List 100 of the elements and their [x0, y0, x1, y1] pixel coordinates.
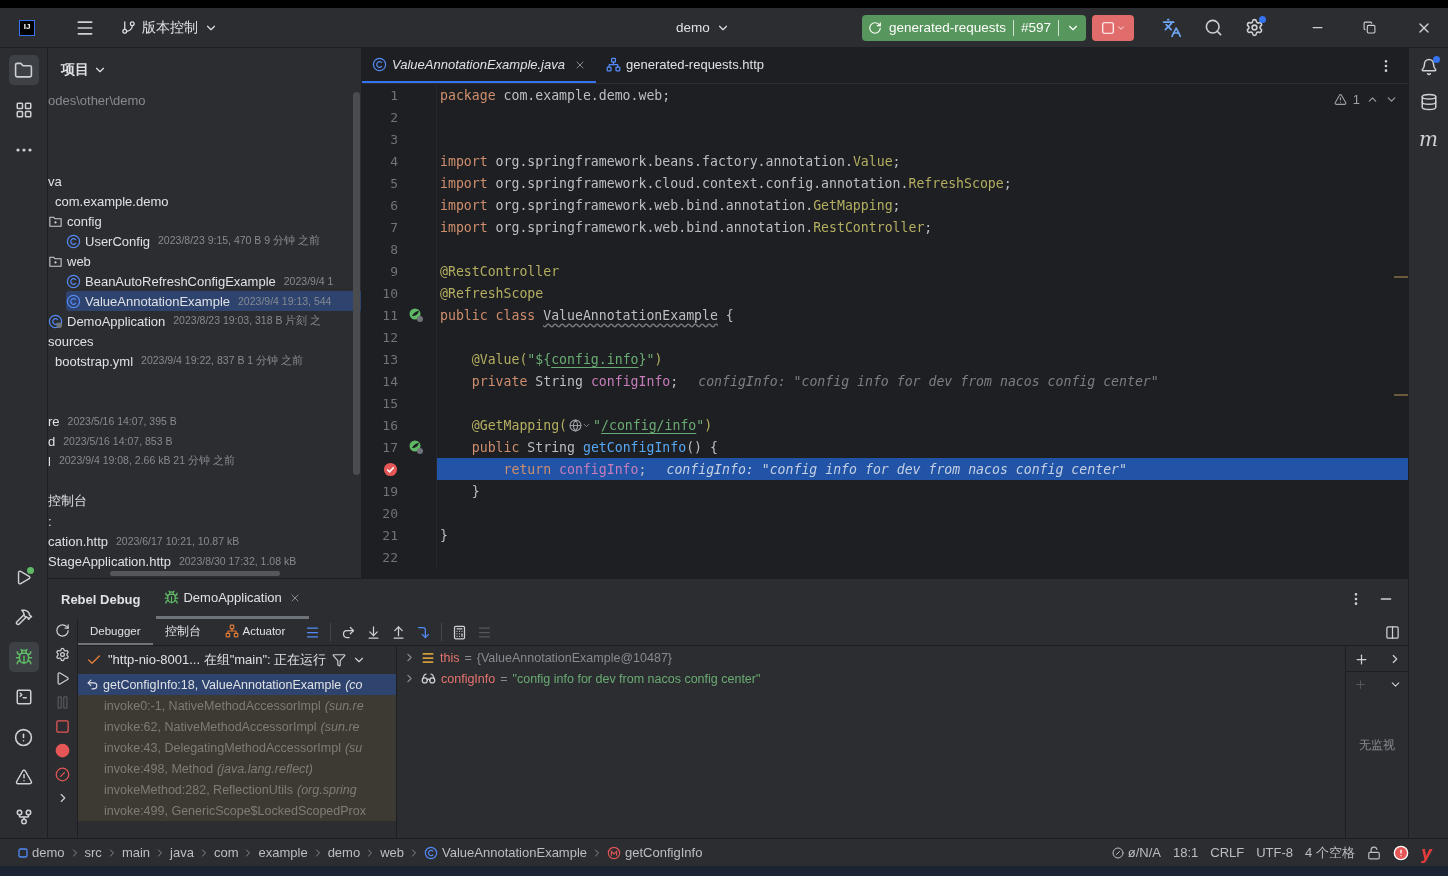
line-number: 17	[381, 439, 398, 455]
session-tab[interactable]: DemoApplication	[156, 579, 309, 619]
branch-icon	[121, 20, 136, 35]
code-token: () {	[686, 439, 718, 455]
resume-icon[interactable]	[55, 671, 70, 686]
tree-item[interactable]: re 2023/5/16 14:07, 395 B	[48, 411, 361, 431]
tool-window-button[interactable]	[8, 642, 39, 672]
variable-row[interactable]: configInfo = "config info for dev from nacos config center"	[397, 668, 1345, 689]
status-item[interactable]: CRLF	[1210, 845, 1245, 860]
breadcrumb[interactable]: ValueAnnotationExample	[424, 845, 588, 860]
tree-item[interactable]: DemoApplication 2023/8/23 19:03, 318 B 片刻 之	[48, 311, 361, 331]
breadcrumb[interactable]: main	[121, 845, 151, 860]
search-icon[interactable]	[1204, 18, 1223, 37]
notifications-icon[interactable]	[1419, 58, 1438, 76]
file-name: com.example.demo	[55, 193, 169, 209]
layout-icon[interactable]	[1385, 624, 1400, 640]
tree-item[interactable]: 控制台	[48, 491, 361, 511]
tree-item[interactable]: config	[48, 211, 361, 231]
breadcrumb[interactable]: demo	[327, 845, 361, 860]
evaluate-icon[interactable]	[452, 624, 468, 640]
add-watch-icon[interactable]	[1354, 652, 1369, 667]
stack-frame[interactable]: getConfigInfo:18, ValueAnnotationExample (co	[78, 674, 396, 695]
breakpoint-icon[interactable]	[383, 461, 398, 477]
restore-icon[interactable]	[1363, 21, 1376, 34]
breadcrumb[interactable]: src	[84, 845, 102, 860]
database-icon[interactable]	[1419, 93, 1438, 111]
problems-icon	[14, 727, 33, 747]
tree-item[interactable]: l 2023/9/4 19:08, 2.66 kB 21 分钟 之前	[48, 451, 361, 471]
line-number: 16	[381, 417, 398, 433]
settings-icon[interactable]	[1245, 18, 1264, 37]
breadcrumb[interactable]: web	[380, 845, 404, 860]
status-item[interactable]: 4 个空格	[1305, 843, 1355, 862]
code-token: configInfo	[590, 373, 671, 389]
maven-button[interactable]: m	[1419, 128, 1438, 150]
breadcrumb[interactable]: example	[258, 845, 308, 860]
code-token: RestController	[813, 219, 925, 235]
tree-item[interactable]: UserConfig 2023/8/23 9:15, 470 B 9 分钟 之前	[66, 231, 361, 251]
line-number: 6	[389, 197, 398, 213]
breadcrumb[interactable]: java	[170, 845, 194, 860]
file-name: d	[48, 433, 56, 449]
code-token: org.springframework.web.bind.annotation.	[494, 197, 814, 213]
vcs-menu[interactable]: 版本控制	[121, 18, 218, 37]
tree-item[interactable]: :	[48, 511, 361, 531]
globe-icon[interactable]	[569, 418, 592, 432]
translate-icon[interactable]	[1162, 17, 1182, 38]
breadcrumb[interactable]: getConfigInfo	[607, 845, 703, 860]
filter-icon[interactable]	[332, 653, 347, 667]
thread-selector[interactable]: "http-nio-8001... 在组"main": 正在运行	[108, 651, 327, 669]
line-number: 4	[389, 153, 398, 169]
step-over-icon[interactable]	[341, 624, 357, 640]
project-view-selector[interactable]: 项目	[61, 60, 107, 79]
app-logo: IJ	[19, 19, 35, 36]
tree-item[interactable]: StageApplication.http 2023/8/30 17:32, 1.08 kB	[48, 551, 361, 571]
file-name: re	[48, 413, 60, 429]
tree-item[interactable]: ValueAnnotationExample 2023/9/4 19:13, 544	[66, 291, 361, 311]
code-token: ;	[892, 197, 901, 213]
tree-item[interactable]: web	[48, 251, 361, 271]
breadcrumb[interactable]: com	[213, 845, 239, 860]
file-meta: 2023/9/4 19:13, 544	[238, 295, 332, 307]
rerun-icon[interactable]	[55, 623, 70, 638]
stop-icon[interactable]	[55, 719, 70, 734]
file-name: UserConfig	[85, 233, 151, 249]
tree-item[interactable]: bootstrap.yml 2023/9/4 19:22, 837 B 1 分钟 之前	[55, 351, 361, 371]
class-icon	[66, 233, 81, 249]
bean-icon[interactable]	[408, 307, 424, 323]
settings-icon[interactable]	[55, 647, 70, 662]
tree-item[interactable]: BeanAutoRefreshConfigExample 2023/9/4 1	[66, 271, 361, 291]
tool-window-button[interactable]	[8, 55, 39, 85]
error-icon[interactable]	[1392, 844, 1409, 861]
status-item[interactable]: UTF-8	[1256, 845, 1294, 860]
run-to-cursor-icon[interactable]	[416, 624, 432, 640]
code-token: public	[470, 439, 520, 455]
tree-item[interactable]: va	[48, 171, 361, 191]
status-item[interactable]: ø/N/A	[1111, 845, 1161, 860]
debugger-tab[interactable]: Debugger	[78, 619, 153, 645]
debugger-tab[interactable]: 控制台	[152, 619, 213, 645]
run-config-button[interactable]: generated-requests #597	[861, 14, 1086, 41]
tree-item[interactable]: com.example.demo	[55, 191, 361, 211]
bean-icon[interactable]	[408, 439, 424, 455]
status-item[interactable]: 18:1	[1172, 845, 1199, 860]
mute-breakpoints-icon[interactable]	[55, 767, 70, 782]
tree-item[interactable]: sources	[48, 331, 361, 351]
lock-icon[interactable]	[1366, 845, 1381, 860]
file-name: DemoApplication	[67, 313, 166, 329]
variable-row[interactable]: this = {ValueAnnotationExample@10487}	[397, 647, 1345, 668]
project-menu[interactable]: demo	[676, 20, 730, 35]
code-token: @RefreshScope	[440, 285, 544, 301]
stop-button[interactable]	[1092, 14, 1134, 41]
editor-tab[interactable]: generated-requests.http	[595, 48, 774, 83]
file-name: web	[67, 253, 91, 269]
breakpoints-icon[interactable]	[55, 743, 70, 758]
frames-menu-icon[interactable]	[305, 624, 321, 640]
breadcrumb[interactable]: demo	[18, 845, 65, 860]
line-number: 15	[381, 395, 398, 411]
editor-tab[interactable]: ValueAnnotationExample.java	[362, 48, 596, 83]
module-icon	[18, 847, 28, 858]
debugger-tab[interactable]: Actuator	[212, 619, 298, 645]
project-path: odes\other\demo	[48, 92, 147, 110]
tree-item[interactable]: d 2023/5/16 14:07, 853 B	[48, 431, 361, 451]
tree-item[interactable]: cation.http 2023/6/17 10:21, 10.87 kB	[48, 531, 361, 551]
